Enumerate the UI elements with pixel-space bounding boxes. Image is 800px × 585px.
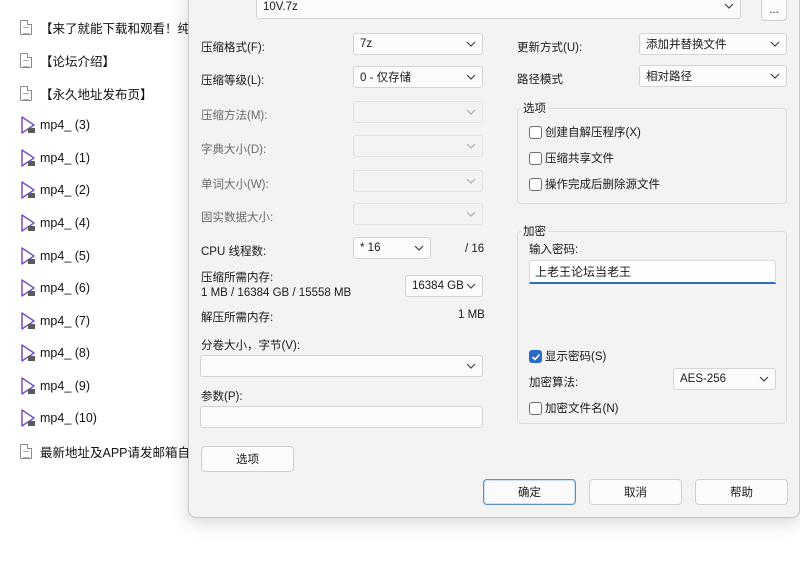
- video-file-icon: [20, 377, 36, 395]
- browse-button[interactable]: ...: [761, 0, 787, 21]
- document-icon: [20, 52, 32, 68]
- list-item[interactable]: mp4_ (10): [20, 407, 97, 429]
- list-item[interactable]: mp4_ (9): [20, 375, 90, 397]
- chevron-down-icon: [759, 376, 769, 382]
- dict-label: 字典大小(D):: [201, 144, 267, 156]
- format-select[interactable]: 7z: [353, 33, 483, 55]
- show-password-checkbox[interactable]: 显示密码(S): [529, 348, 606, 364]
- params-input[interactable]: [200, 406, 483, 428]
- list-item[interactable]: 【论坛介绍】: [20, 49, 115, 71]
- split-label: 分卷大小，字节(V):: [201, 340, 301, 352]
- params-label: 参数(P):: [201, 391, 243, 403]
- password-label: 输入密码:: [529, 244, 579, 256]
- video-file-icon: [20, 279, 36, 297]
- list-item[interactable]: 最新地址及APP请发邮箱自动: [20, 440, 203, 462]
- cpu-label: CPU 线程数:: [201, 246, 267, 258]
- list-item[interactable]: mp4_ (7): [20, 310, 90, 332]
- split-combo[interactable]: [200, 355, 483, 377]
- word-label: 单词大小(W):: [201, 179, 269, 191]
- options-group-title: 选项: [521, 100, 548, 116]
- format-label: 压缩格式(F):: [201, 42, 265, 54]
- checkbox-box: [529, 401, 542, 415]
- list-item[interactable]: mp4_ (6): [20, 277, 90, 299]
- help-button[interactable]: 帮助: [695, 479, 788, 505]
- list-item[interactable]: mp4_ (5): [20, 245, 90, 267]
- archive-name-combo[interactable]: 10V.7z: [256, 0, 741, 19]
- video-file-icon: [20, 409, 36, 427]
- decomp-label: 解压所需内存:: [201, 312, 274, 324]
- video-file-icon: [20, 312, 36, 330]
- enc-method-select[interactable]: AES-256: [673, 368, 776, 390]
- list-item[interactable]: mp4_ (3): [20, 114, 90, 136]
- checkbox-box: [529, 177, 542, 191]
- video-file-icon: [20, 181, 36, 199]
- document-icon: [20, 19, 32, 35]
- enc-method-label: 加密算法:: [529, 377, 579, 389]
- cancel-button[interactable]: 取消: [589, 479, 682, 505]
- chevron-down-icon: [466, 109, 476, 115]
- chevron-down-icon: [466, 41, 476, 47]
- path-label: 路径模式: [517, 74, 563, 86]
- ok-button[interactable]: 确定: [483, 479, 576, 505]
- encrypt-names-checkbox[interactable]: 加密文件名(N): [529, 400, 618, 416]
- decomp-value: 1 MB: [458, 309, 485, 321]
- chevron-down-icon: [724, 3, 734, 9]
- chevron-down-icon: [414, 245, 424, 251]
- list-item[interactable]: 【永久地址发布页】: [20, 82, 153, 104]
- chevron-down-icon: [466, 363, 476, 369]
- video-file-icon: [20, 247, 36, 265]
- level-select[interactable]: 0 - 仅存储: [353, 66, 483, 88]
- list-item[interactable]: mp4_ (1): [20, 147, 90, 169]
- update-select[interactable]: 添加并替换文件: [639, 33, 787, 55]
- sfx-checkbox[interactable]: 创建自解压程序(X): [529, 124, 641, 140]
- solid-select[interactable]: [353, 203, 483, 225]
- video-file-icon: [20, 344, 36, 362]
- list-item[interactable]: 【来了就能下载和观看！纯免: [20, 16, 203, 38]
- document-icon: [20, 443, 32, 459]
- chevron-down-icon: [466, 74, 476, 80]
- mem-detail: 1 MB / 16384 GB / 15558 MB: [201, 287, 352, 299]
- chevron-down-icon: [466, 211, 476, 217]
- mem-label: 压缩所需内存:: [201, 272, 274, 284]
- level-label: 压缩等级(L):: [201, 75, 265, 87]
- chevron-down-icon: [770, 73, 780, 79]
- video-file-icon: [20, 214, 36, 232]
- method-label: 压缩方法(M):: [201, 110, 268, 122]
- list-item[interactable]: mp4_ (2): [20, 179, 90, 201]
- checkbox-checked-icon: [529, 349, 542, 363]
- document-icon: [20, 85, 32, 101]
- list-item[interactable]: mp4_ (4): [20, 212, 90, 234]
- solid-label: 固实数据大小:: [201, 212, 274, 224]
- word-select[interactable]: [353, 170, 483, 192]
- chevron-down-icon: [770, 41, 780, 47]
- method-select[interactable]: [353, 101, 483, 123]
- video-file-icon: [20, 149, 36, 167]
- chevron-down-icon: [466, 178, 476, 184]
- options-button[interactable]: 选项: [201, 446, 294, 472]
- list-item[interactable]: mp4_ (8): [20, 342, 90, 364]
- dict-select[interactable]: [353, 135, 483, 157]
- update-label: 更新方式(U):: [517, 42, 583, 54]
- path-select[interactable]: 相对路径: [639, 65, 787, 87]
- chevron-down-icon: [466, 283, 476, 289]
- file-list: 【来了就能下载和观看！纯免 【论坛介绍】 【永久地址发布页】 mp4_ (3) …: [0, 0, 203, 585]
- cpu-select[interactable]: * 16: [353, 237, 431, 259]
- chevron-down-icon: [466, 143, 476, 149]
- archive-name-value: 10V.7z: [263, 1, 298, 13]
- checkbox-box: [529, 125, 542, 139]
- shared-files-checkbox[interactable]: 压缩共享文件: [529, 150, 614, 166]
- delete-source-checkbox[interactable]: 操作完成后删除源文件: [529, 176, 660, 192]
- cpu-total: / 16: [465, 243, 485, 255]
- encryption-group-title: 加密: [521, 223, 548, 239]
- add-to-archive-dialog: 10V.7z ... 压缩格式(F): 7z 压缩等级(L): 0 - 仅存储 …: [188, 0, 800, 518]
- mem-select[interactable]: 16384 GB: [405, 275, 483, 297]
- video-file-icon: [20, 116, 36, 134]
- password-input[interactable]: 上老王论坛当老王: [529, 260, 776, 284]
- checkbox-box: [529, 151, 542, 165]
